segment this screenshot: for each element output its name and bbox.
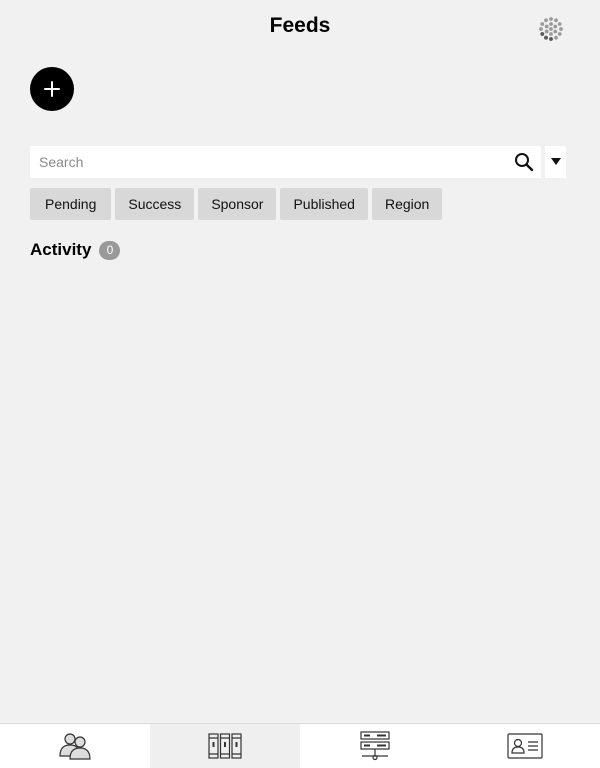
network-servers-icon	[360, 731, 390, 761]
filter-chip-region[interactable]: Region	[371, 188, 443, 220]
people-icon	[59, 733, 91, 760]
nav-item-binders[interactable]	[150, 724, 300, 768]
bottom-nav	[0, 723, 600, 768]
plus-icon	[44, 81, 60, 97]
contact-card-icon	[507, 733, 543, 759]
filter-chips: Pending Success Sponsor Published Region	[30, 188, 443, 220]
activity-count-badge: 0	[99, 240, 121, 260]
loading-spinner-icon	[538, 16, 564, 42]
filter-chip-pending[interactable]: Pending	[30, 188, 112, 220]
nav-item-contacts[interactable]	[450, 724, 600, 768]
activity-title: Activity	[30, 240, 92, 259]
search-icon[interactable]	[514, 152, 534, 172]
activity-section: Activity 0	[30, 240, 121, 260]
search-bar	[30, 146, 541, 178]
caret-down-icon	[550, 158, 561, 165]
page-title: Feeds	[269, 14, 331, 37]
search-options-dropdown[interactable]	[545, 146, 566, 178]
nav-item-people[interactable]	[0, 724, 150, 768]
filter-chip-sponsor[interactable]: Sponsor	[198, 188, 277, 220]
binders-icon	[208, 733, 242, 759]
filter-chip-success[interactable]: Success	[115, 188, 195, 220]
filter-chip-published[interactable]: Published	[280, 188, 368, 220]
nav-item-network[interactable]	[300, 724, 450, 768]
add-button[interactable]	[30, 67, 74, 111]
search-input[interactable]	[30, 146, 500, 178]
